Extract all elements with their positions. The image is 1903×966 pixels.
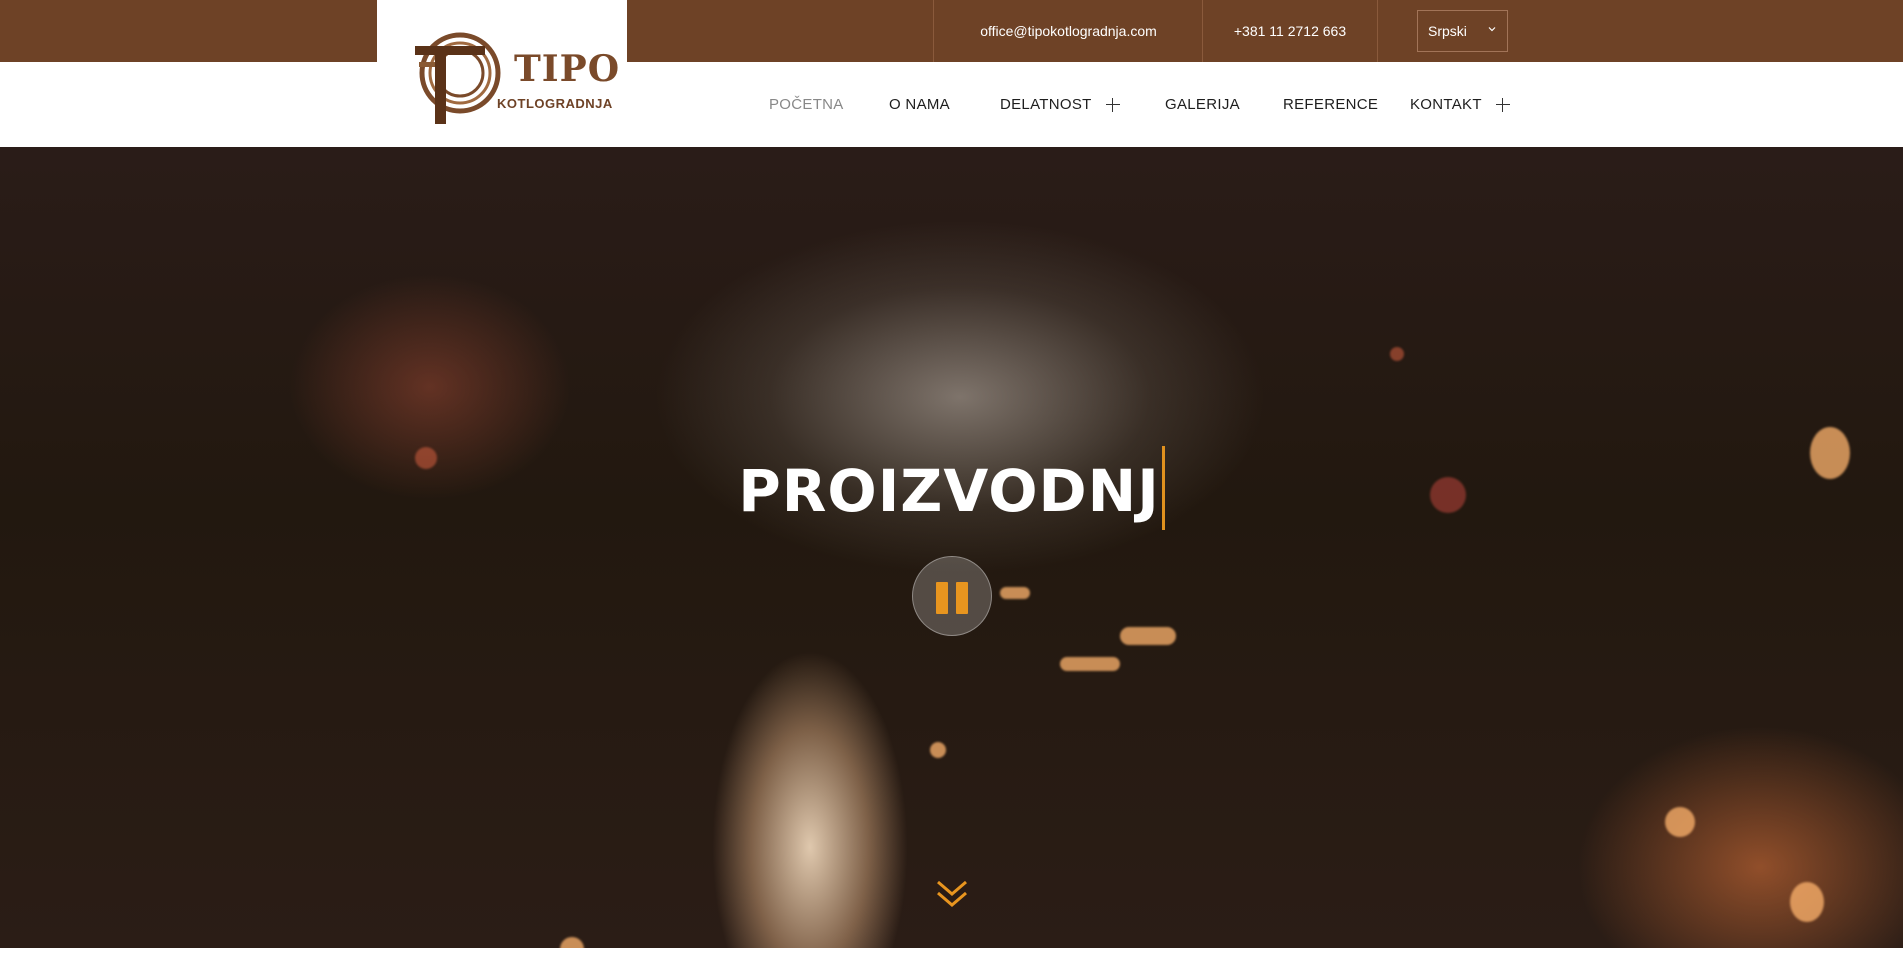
pause-icon [936,582,948,614]
logo-subtitle: KOTLOGRADNJA [497,96,613,111]
nav-item-delatnost[interactable]: DELATNOST [1000,62,1120,147]
hero-typed-title: PROIZVODNJ [0,445,1903,530]
language-select[interactable]: Srpski [1417,10,1508,52]
phone-link[interactable]: +381 11 2712 663 [1202,0,1377,62]
chevron-down-icon [1488,27,1496,32]
nav-item-reference[interactable]: REFERENCE [1283,62,1378,147]
nav-item-galerija[interactable]: GALERIJA [1165,62,1240,147]
logo-mark-icon [415,32,501,124]
nav-item-o-nama[interactable]: O NAMA [889,62,950,147]
nav-item-kontakt[interactable]: KONTAKT [1410,62,1510,147]
email-link[interactable]: office@tipokotlogradnja.com [933,0,1203,62]
plus-icon[interactable] [1105,97,1120,112]
nav-item-label: DELATNOST [1000,96,1092,113]
language-select-value: Srpski [1428,23,1467,39]
main-navbar [0,62,1903,147]
hero-video: PROIZVODNJ [0,147,1903,948]
nav-item-label: POČETNA [769,96,844,113]
nav-item-pocetna[interactable]: POČETNA [769,62,844,147]
pause-icon-bar [956,582,968,614]
page-bottom-strip [0,948,1903,966]
nav-item-label: KONTAKT [1410,96,1482,113]
nav-item-label: REFERENCE [1283,96,1379,113]
top-bar: office@tipokotlogradnja.com +381 11 2712… [0,0,1903,62]
typing-cursor [1161,445,1165,530]
hero-typed-text: PROIZVODNJ [738,457,1160,525]
pause-button[interactable] [912,556,992,636]
logo[interactable]: TIPO KOTLOGRADNJA [377,0,627,147]
logo-wordmark: TIPO [514,48,621,90]
double-chevron-down-icon[interactable] [934,876,970,912]
plus-icon[interactable] [1495,97,1510,112]
nav-item-label: GALERIJA [1165,96,1240,113]
nav-item-label: O NAMA [889,96,950,113]
